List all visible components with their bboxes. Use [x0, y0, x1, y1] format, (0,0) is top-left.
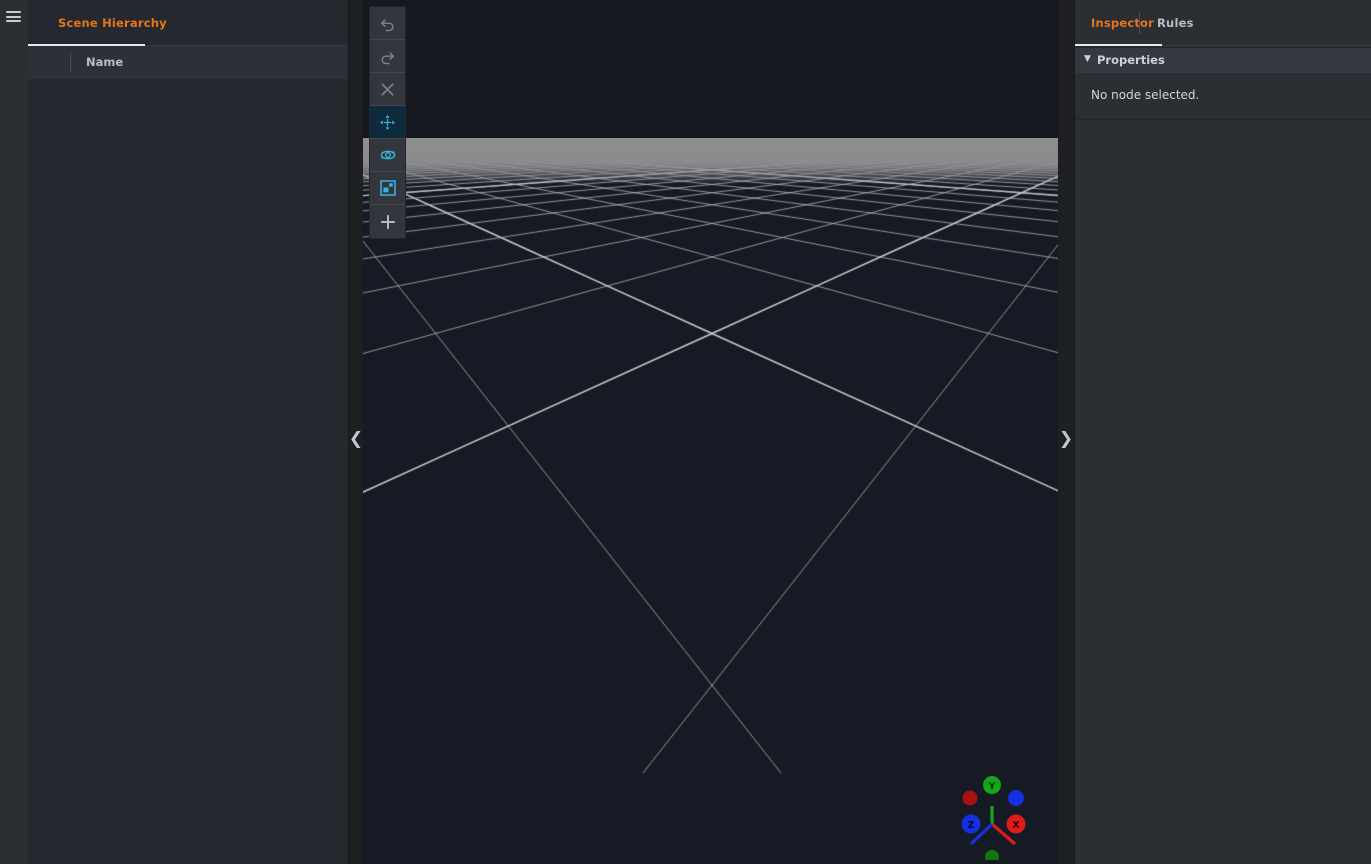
properties-section-header[interactable]: ▼ Properties: [1075, 47, 1371, 74]
move-tool-button[interactable]: [370, 106, 405, 139]
bounding-box-icon: [379, 179, 397, 197]
editor-window: Scene Hierarchy Name Y X Z ❮ ❯: [0, 0, 1371, 864]
redo-button[interactable]: [370, 40, 405, 73]
viewport-horizon-haze: [363, 138, 1058, 184]
hamburger-icon[interactable]: [6, 11, 21, 22]
rotate-tool-button[interactable]: [370, 139, 405, 172]
frame-tool-button[interactable]: [370, 172, 405, 205]
column-divider[interactable]: [70, 53, 71, 72]
left-rail: [0, 0, 28, 864]
undo-button[interactable]: [370, 7, 405, 40]
scene-hierarchy-panel: Scene Hierarchy Name: [28, 0, 349, 864]
tab-scene-hierarchy[interactable]: Scene Hierarchy: [58, 16, 167, 30]
plus-icon: [380, 214, 396, 230]
inspector-tabbar: Inspector Rules: [1075, 0, 1371, 46]
hierarchy-tree[interactable]: [28, 79, 348, 864]
properties-title: Properties: [1097, 53, 1165, 67]
hierarchy-tabbar: Scene Hierarchy: [28, 0, 348, 46]
scene-viewport[interactable]: [363, 0, 1058, 864]
close-icon: [380, 82, 395, 97]
viewport-toolbar: [369, 6, 406, 239]
delete-button[interactable]: [370, 73, 405, 106]
chevron-left-icon[interactable]: ❮: [348, 426, 364, 452]
inspector-panel: Inspector Rules ▼ Properties No node sel…: [1074, 0, 1371, 864]
add-node-button[interactable]: [370, 205, 405, 238]
viewport-grid: [363, 0, 1058, 864]
tab-separator: [1139, 12, 1140, 34]
tab-inspector[interactable]: Inspector: [1091, 16, 1154, 30]
undo-icon: [379, 15, 396, 32]
column-header-name[interactable]: Name: [86, 55, 123, 69]
empty-selection-message: No node selected.: [1091, 88, 1199, 102]
tab-rules[interactable]: Rules: [1157, 16, 1194, 30]
redo-icon: [379, 48, 396, 65]
inspector-tab-underline: [1075, 44, 1162, 47]
move-icon: [379, 114, 396, 131]
chevron-down-icon[interactable]: ▼: [1084, 54, 1091, 64]
hierarchy-column-header: Name: [28, 46, 348, 80]
rotate-icon: [379, 146, 397, 164]
chevron-right-icon[interactable]: ❯: [1058, 426, 1074, 452]
